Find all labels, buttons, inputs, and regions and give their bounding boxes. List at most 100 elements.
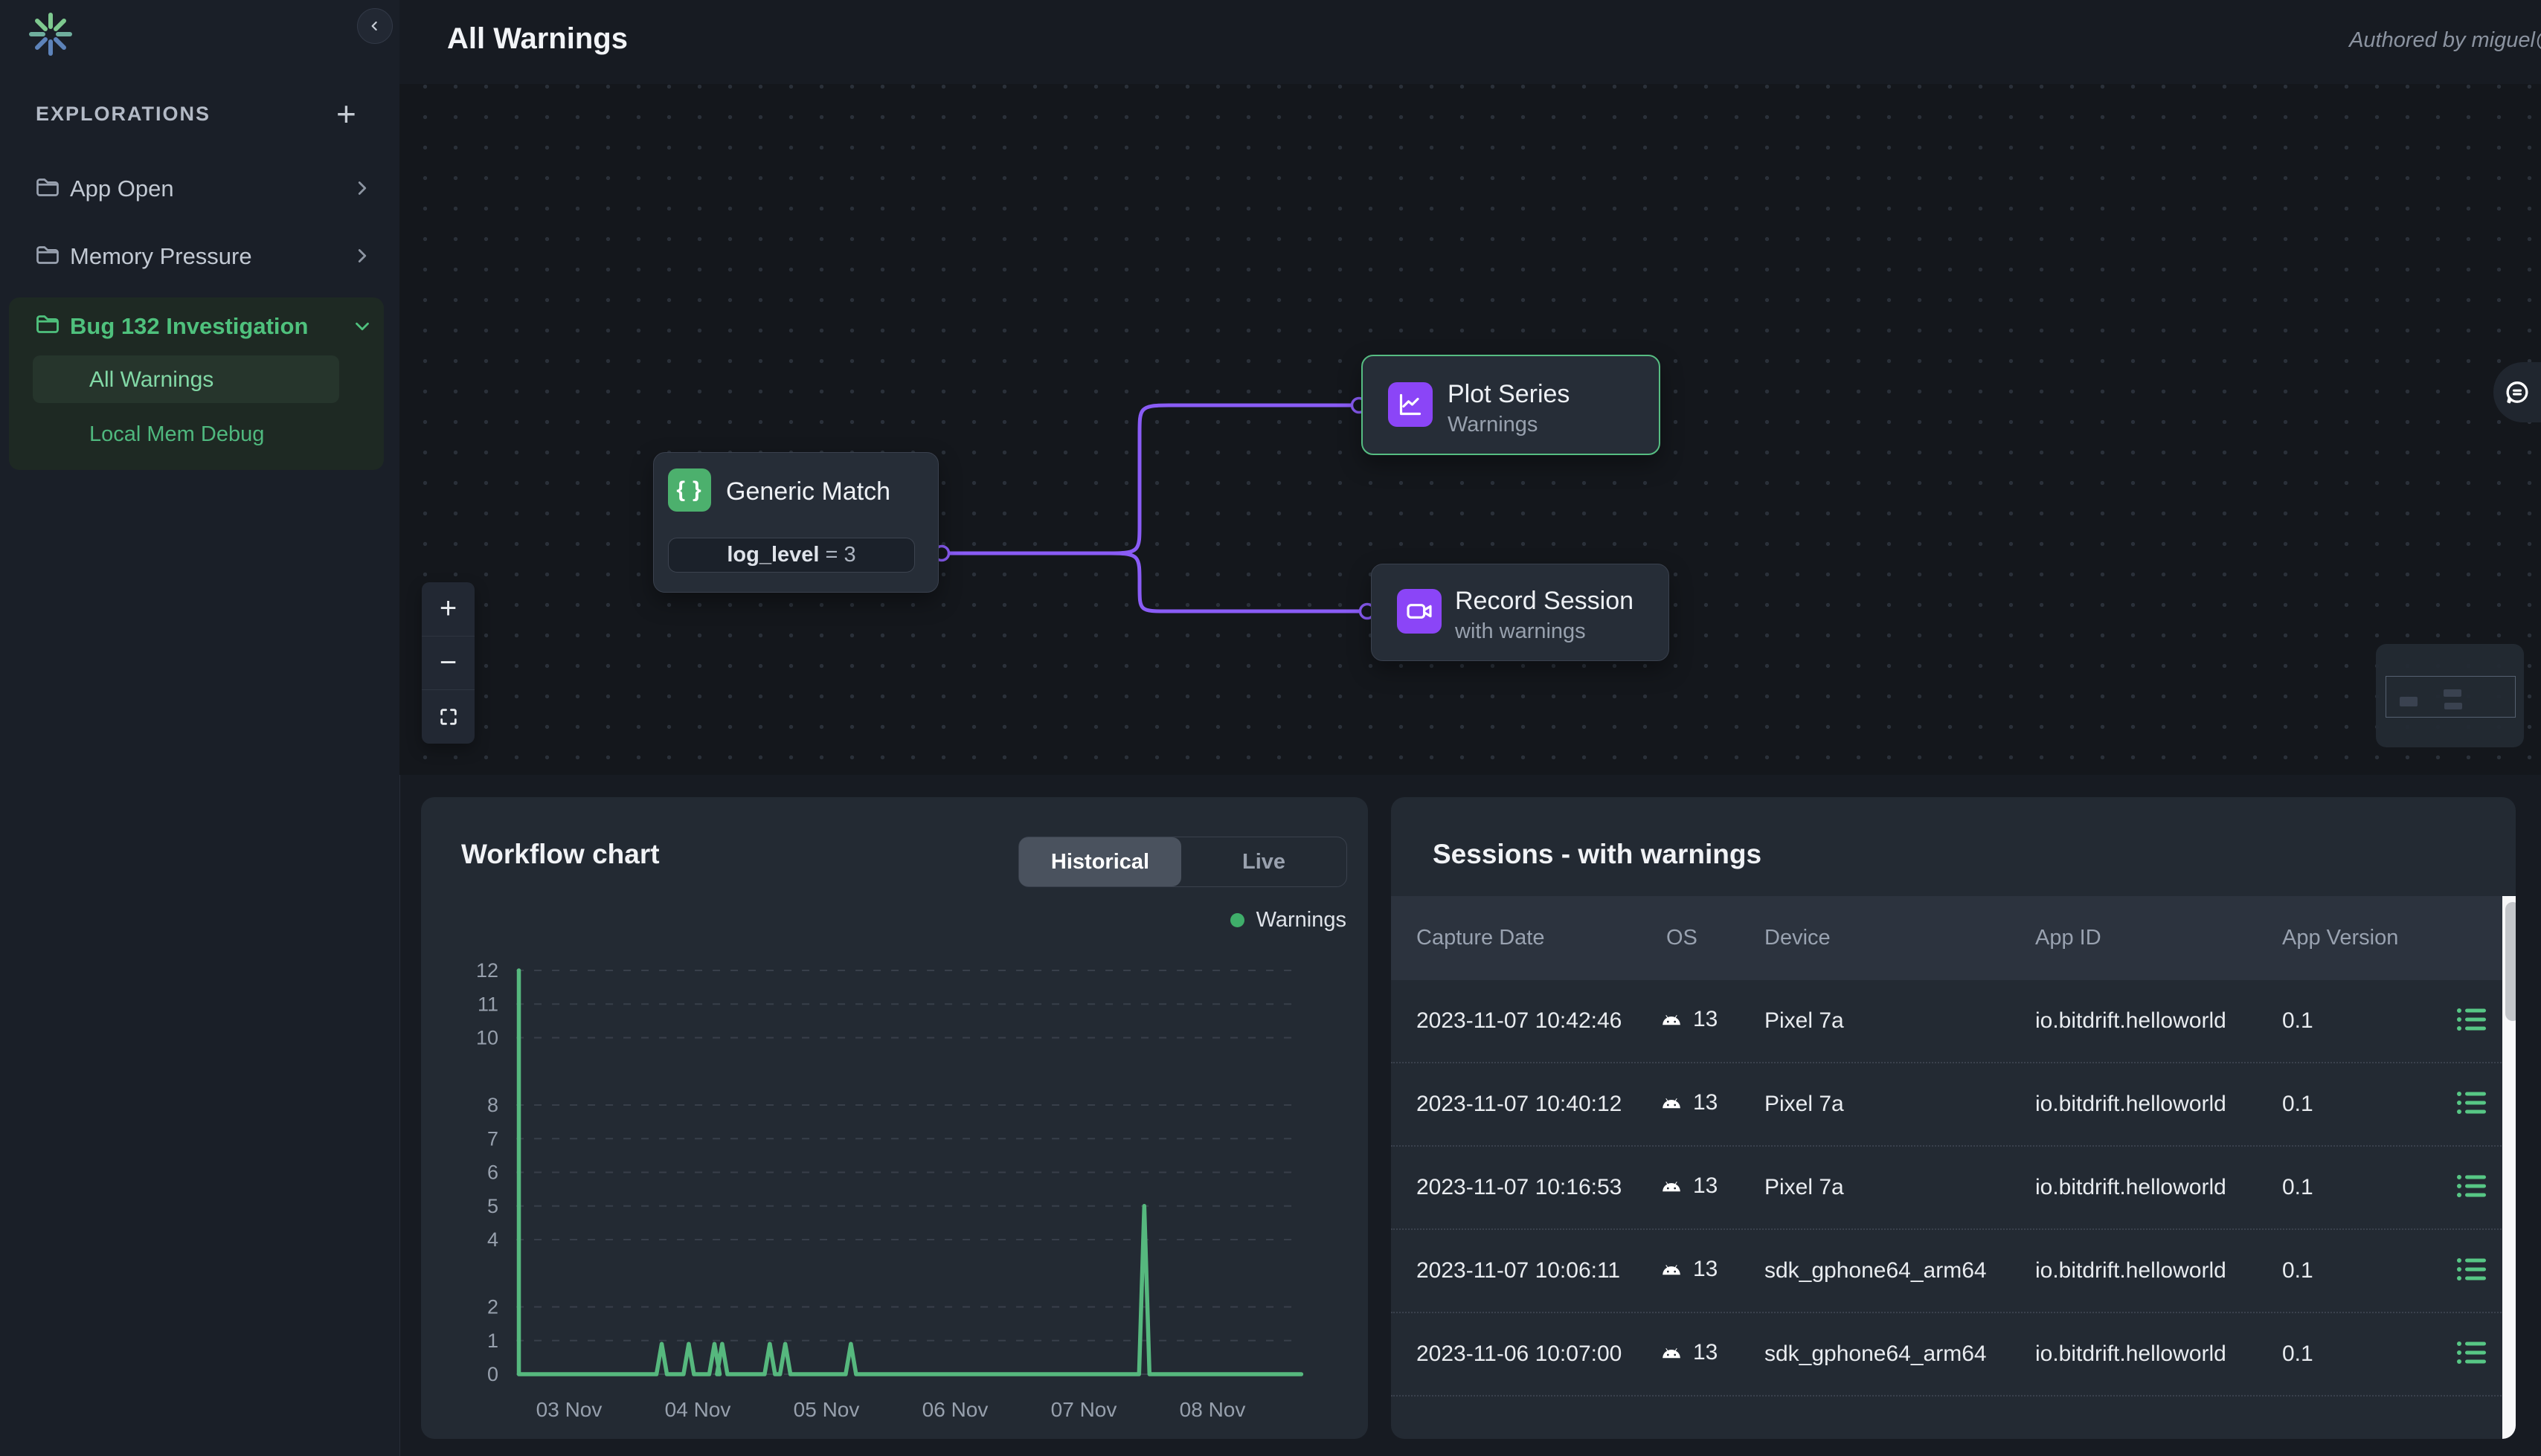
node-record-session[interactable]: Record Session with warnings <box>1371 564 1669 661</box>
condition-key: log_level <box>727 543 819 567</box>
os-version: 13 <box>1693 1090 1718 1115</box>
os-version: 13 <box>1693 1340 1718 1365</box>
toggle-live[interactable]: Live <box>1181 837 1346 886</box>
cell-os: 13 <box>1659 1257 1718 1282</box>
sidebar: EXPLORATIONS + App Open Memory Pressure … <box>0 0 400 1456</box>
svg-text:07 Nov: 07 Nov <box>1051 1398 1117 1421</box>
svg-text:05 Nov: 05 Nov <box>794 1398 860 1421</box>
os-version: 13 <box>1693 1257 1718 1282</box>
android-icon <box>1659 1260 1684 1278</box>
node-title: Record Session <box>1455 587 1634 616</box>
svg-text:08 Nov: 08 Nov <box>1180 1398 1246 1421</box>
svg-text:6: 6 <box>487 1162 498 1184</box>
chevron-right-icon <box>351 245 373 267</box>
legend-dot-warnings <box>1230 913 1244 927</box>
legend-label: Warnings <box>1256 908 1346 932</box>
cell-app-id: io.bitdrift.helloworld <box>2035 1008 2226 1034</box>
sessions-panel: Sessions - with warnings Capture Date OS… <box>1391 797 2516 1439</box>
minimap-node <box>2444 703 2462 709</box>
os-version: 13 <box>1693 1173 1718 1199</box>
cell-device: sdk_gphone64_arm64 <box>1764 1258 1987 1283</box>
node-generic-match[interactable]: { } Generic Match log_level = 3 <box>653 452 939 593</box>
session-logs-button[interactable] <box>2456 1090 2487 1115</box>
node-plot-series[interactable]: Plot Series Warnings <box>1361 355 1660 455</box>
canvas-minimap[interactable] <box>2376 644 2524 747</box>
sidebar-subitem-all-warnings[interactable]: All Warnings <box>33 355 339 403</box>
list-icon <box>2456 1257 2487 1282</box>
sessions-table-header: Capture Date OS Device App ID App Versio… <box>1391 896 2516 980</box>
workflow-chart-panel: Workflow chart Historical Live Warnings … <box>421 797 1368 1439</box>
explorations-header: EXPLORATIONS + <box>0 98 399 134</box>
explorations-label: EXPLORATIONS <box>36 103 211 126</box>
minimap-node <box>2444 689 2461 697</box>
sidebar-item-memory-pressure[interactable]: Memory Pressure <box>0 225 399 286</box>
sidebar-item-app-open[interactable]: App Open <box>0 158 399 219</box>
cell-capture-date: 2023-11-07 10:16:53 <box>1416 1175 1622 1200</box>
add-exploration-button[interactable]: + <box>336 94 356 134</box>
folder-icon <box>34 311 61 338</box>
sidebar-collapse-button[interactable] <box>357 8 393 44</box>
column-os: OS <box>1666 926 1697 950</box>
cell-app-id: io.bitdrift.helloworld <box>2035 1175 2226 1200</box>
workflow-chart-title: Workflow chart <box>461 839 660 870</box>
table-row[interactable]: 2023-11-07 10:40:12 13 Pixel 7a io.bitdr… <box>1391 1063 2516 1147</box>
svg-text:12: 12 <box>476 959 498 982</box>
table-row[interactable]: 2023-11-07 10:16:53 13 Pixel 7a io.bitdr… <box>1391 1147 2516 1230</box>
table-row[interactable]: 2023-11-06 10:07:00 13 sdk_gphone64_arm6… <box>1391 1313 2516 1397</box>
cell-capture-date: 2023-11-06 10:07:00 <box>1416 1341 1622 1367</box>
page-title: All Warnings <box>447 22 628 56</box>
toggle-historical[interactable]: Historical <box>1019 837 1181 886</box>
list-icon <box>2456 1173 2487 1199</box>
zoom-in-button[interactable]: + <box>422 582 475 637</box>
cell-os: 13 <box>1659 1090 1718 1115</box>
workflow-canvas[interactable]: { } Generic Match log_level = 3 Plot Ser… <box>399 84 2541 775</box>
svg-text:03 Nov: 03 Nov <box>536 1398 603 1421</box>
sidebar-subitem-local-mem-debug[interactable]: Local Mem Debug <box>33 410 339 458</box>
android-icon <box>1659 1344 1684 1362</box>
cell-device: Pixel 7a <box>1764 1008 1844 1034</box>
list-icon <box>2456 1340 2487 1365</box>
session-logs-button[interactable] <box>2456 1173 2487 1199</box>
bitdrift-logo-icon <box>27 10 74 58</box>
cell-os: 13 <box>1659 1007 1718 1032</box>
session-logs-button[interactable] <box>2456 1257 2487 1282</box>
cell-app-id: io.bitdrift.helloworld <box>2035 1341 2226 1367</box>
sidebar-subitem-label: All Warnings <box>89 367 213 393</box>
cell-app-version: 0.1 <box>2282 1341 2313 1367</box>
chevron-left-icon <box>367 19 382 33</box>
column-app-version: App Version <box>2282 926 2398 950</box>
sessions-scrollbar[interactable] <box>2502 896 2516 1439</box>
cell-device: sdk_gphone64_arm64 <box>1764 1341 1987 1367</box>
line-chart-icon <box>1388 382 1433 427</box>
zoom-out-button[interactable]: − <box>422 637 475 691</box>
node-subtitle: with warnings <box>1455 619 1586 644</box>
session-logs-button[interactable] <box>2456 1007 2487 1032</box>
scrollbar-thumb[interactable] <box>2505 902 2516 1021</box>
session-logs-button[interactable] <box>2456 1340 2487 1365</box>
list-icon <box>2456 1090 2487 1115</box>
sidebar-subitem-label: Local Mem Debug <box>89 422 264 447</box>
table-row[interactable]: 2023-11-07 10:42:46 13 Pixel 7a io.bitdr… <box>1391 980 2516 1063</box>
cell-app-id: io.bitdrift.helloworld <box>2035 1258 2226 1283</box>
fit-view-icon <box>438 706 459 727</box>
sidebar-item-bug-132-investigation[interactable]: Bug 132 Investigation <box>9 297 384 352</box>
svg-text:06 Nov: 06 Nov <box>922 1398 989 1421</box>
fit-view-button[interactable] <box>422 690 475 744</box>
svg-text:11: 11 <box>478 993 498 1015</box>
os-version: 13 <box>1693 1007 1718 1032</box>
cell-app-version: 0.1 <box>2282 1092 2313 1117</box>
table-row[interactable]: 2023-11-07 10:06:11 13 sdk_gphone64_arm6… <box>1391 1230 2516 1313</box>
cell-capture-date: 2023-11-07 10:06:11 <box>1416 1258 1620 1283</box>
folder-icon <box>34 174 61 201</box>
svg-text:4: 4 <box>487 1228 498 1251</box>
cell-app-version: 0.1 <box>2282 1008 2313 1034</box>
android-icon <box>1659 1011 1684 1028</box>
node-condition-badge: log_level = 3 <box>668 538 915 573</box>
chevron-right-icon <box>351 177 373 199</box>
braces-icon: { } <box>668 468 711 512</box>
sidebar-item-label: App Open <box>70 175 174 202</box>
condition-value: = 3 <box>826 543 856 567</box>
folder-icon <box>34 242 61 268</box>
sidebar-item-label: Bug 132 Investigation <box>70 313 308 340</box>
list-icon <box>2456 1007 2487 1032</box>
